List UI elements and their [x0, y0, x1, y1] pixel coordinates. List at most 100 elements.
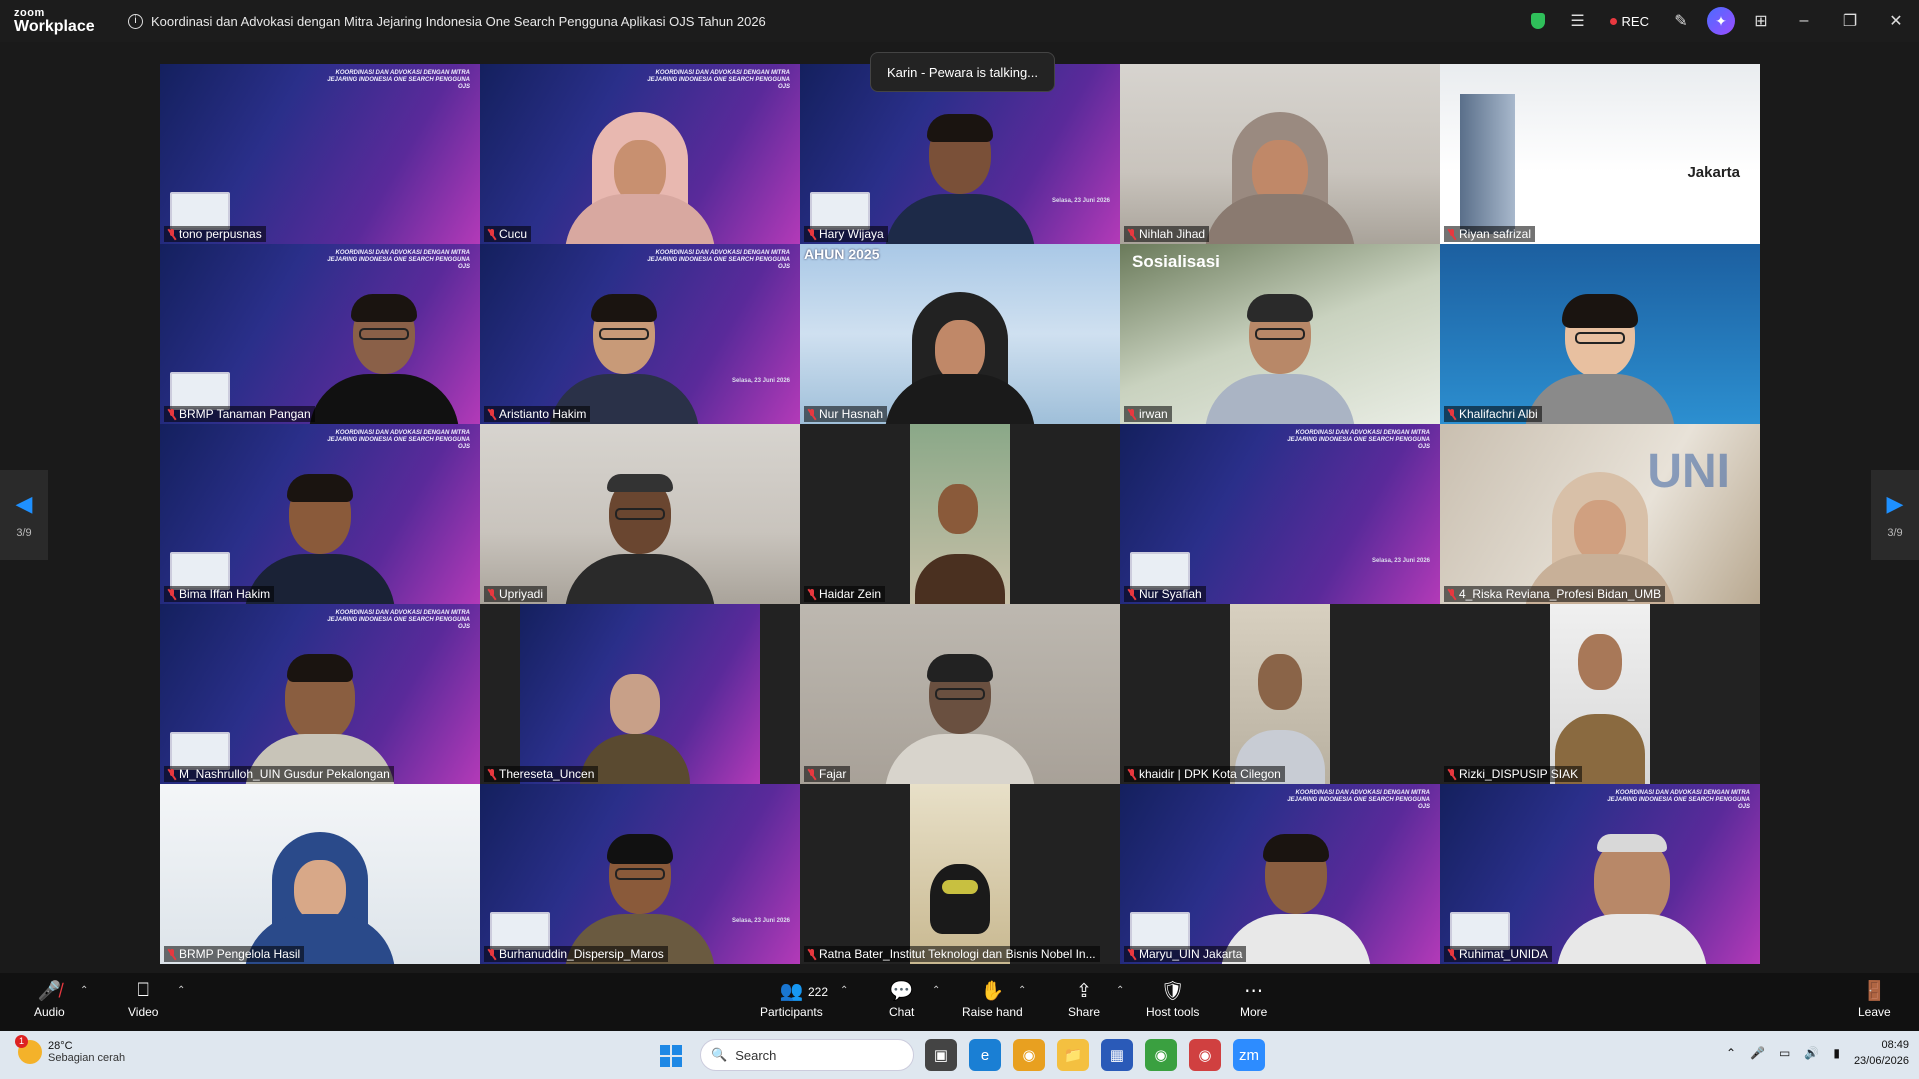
chrome-profile-2-icon[interactable]: ◉	[1189, 1039, 1221, 1071]
raise-hand-label: Raise hand	[962, 1005, 1023, 1019]
slide-screen-image	[810, 192, 870, 230]
chrome-profile-icon[interactable]: ◉	[1145, 1039, 1177, 1071]
task-view-icon[interactable]: ▣	[925, 1039, 957, 1071]
mic-muted-icon	[488, 228, 496, 240]
start-button-icon[interactable]	[660, 1045, 682, 1067]
restore-button[interactable]: ❐	[1827, 0, 1873, 42]
leave-icon: 🚪	[1862, 981, 1887, 1002]
participant-tile[interactable]: Thereseta_Uncen	[480, 604, 800, 784]
participant-tile[interactable]: UNI 4_Riska Reviana_Profesi Bidan_UMB	[1440, 424, 1760, 604]
chat-options-caret-icon[interactable]: ⌃	[932, 985, 940, 996]
participant-tile[interactable]: Khalifachri Albi	[1440, 244, 1760, 424]
participant-tile[interactable]: Rizki_DISPUSIP SIAK	[1440, 604, 1760, 784]
mic-muted-icon	[168, 408, 176, 420]
mic-muted-icon	[168, 588, 176, 600]
network-icon[interactable]: ▭	[1779, 1046, 1790, 1060]
participants-options-caret-icon[interactable]: ⌃	[840, 985, 848, 996]
slide-heading: KOORDINASI DAN ADVOKASI DENGAN MITRA JEJ…	[1607, 790, 1750, 810]
participant-name: Nur Hasnah	[804, 406, 888, 422]
participant-name-label: 4_Riska Reviana_Profesi Bidan_UMB	[1459, 587, 1662, 601]
zoom-app-icon[interactable]: zm	[1233, 1039, 1265, 1071]
slide-screen-image	[170, 732, 230, 770]
leave-button[interactable]: 🚪 Leave	[1858, 977, 1891, 1019]
participant-video	[565, 834, 715, 964]
more-label: More	[1240, 1005, 1268, 1019]
minimize-button[interactable]: –	[1781, 0, 1827, 42]
mic-muted-icon	[488, 768, 496, 780]
video-options-caret-icon[interactable]: ⌃	[177, 985, 185, 996]
taskbar-search[interactable]: 🔍 Search	[700, 1039, 914, 1071]
participant-name-label: Nur Syafiah	[1139, 587, 1202, 601]
participant-tile[interactable]: Haidar Zein	[800, 424, 1120, 604]
participant-tile[interactable]: Nihlah Jihad	[1120, 64, 1440, 244]
participant-name: irwan	[1124, 406, 1172, 422]
edge-browser-icon[interactable]: e	[969, 1039, 1001, 1071]
chat-button[interactable]: 💬 Chat	[889, 977, 914, 1019]
info-icon[interactable]: i	[128, 13, 143, 29]
chrome-browser-icon[interactable]: ◉	[1013, 1039, 1045, 1071]
participant-tile[interactable]: Ratna Bater_Institut Teknologi dan Bisni…	[800, 784, 1120, 964]
participant-video	[549, 294, 699, 424]
participant-tile[interactable]: BRMP Pengelola Hasil	[160, 784, 480, 964]
participant-name-label: tono perpusnas	[179, 227, 262, 241]
mic-muted-icon	[808, 588, 816, 600]
more-button[interactable]: ⋯ More	[1240, 977, 1268, 1020]
participant-name: Riyan safrizal	[1444, 226, 1536, 242]
participant-tile[interactable]: khaidir | DPK Kota Cilegon	[1120, 604, 1440, 784]
zoom-logo: zoom Workplace	[0, 7, 120, 35]
participant-tile[interactable]: Jakarta Riyan safrizal	[1440, 64, 1760, 244]
participant-tile[interactable]: KOORDINASI DAN ADVOKASI DENGAN MITRA JEJ…	[480, 244, 800, 424]
participant-tile[interactable]: KOORDINASI DAN ADVOKASI DENGAN MITRA JEJ…	[160, 244, 480, 424]
participant-tile[interactable]: KOORDINASI DAN ADVOKASI DENGAN MITRA JEJ…	[160, 424, 480, 604]
audio-button[interactable]: 🎤̸ Audio	[34, 977, 65, 1019]
calendar-app-icon[interactable]: ▦	[1101, 1039, 1133, 1071]
encryption-shield-icon[interactable]	[1518, 0, 1558, 42]
participant-tile[interactable]: Selasa, 23 Juni 2026 Burhanuddin_Dispers…	[480, 784, 800, 964]
share-button[interactable]: ⇪ Share	[1068, 977, 1100, 1020]
participant-name-label: Upriyadi	[499, 587, 544, 601]
slide-heading: KOORDINASI DAN ADVOKASI DENGAN MITRA JEJ…	[327, 610, 470, 630]
video-label: Video	[128, 1005, 159, 1019]
participant-tile[interactable]: KOORDINASI DAN ADVOKASI DENGAN MITRA JEJ…	[480, 64, 800, 244]
mic-muted-icon	[1128, 228, 1136, 240]
volume-icon[interactable]: 🔊	[1804, 1046, 1819, 1060]
participant-tile[interactable]: Sosialisasi irwan	[1120, 244, 1440, 424]
close-button[interactable]: ✕	[1873, 0, 1919, 42]
mic-muted-icon	[168, 228, 176, 240]
audio-options-caret-icon[interactable]: ⌃	[80, 985, 88, 996]
slide-heading: KOORDINASI DAN ADVOKASI DENGAN MITRA JEJ…	[647, 250, 790, 270]
system-clock[interactable]: 08:49 23/06/2026	[1854, 1037, 1909, 1069]
participant-tile[interactable]: KOORDINASI DAN ADVOKASI DENGAN MITRA JEJ…	[1120, 784, 1440, 964]
participant-tile[interactable]: KOORDINASI DAN ADVOKASI DENGAN MITRA JEJ…	[160, 604, 480, 784]
battery-icon[interactable]: ▮	[1833, 1046, 1840, 1060]
ai-companion-icon[interactable]: ✦	[1707, 7, 1735, 35]
notes-icon[interactable]: ☰	[1558, 0, 1598, 42]
participant-name-label: Riyan safrizal	[1459, 227, 1532, 241]
raise-hand-icon: ✋	[980, 981, 1005, 1002]
participant-tile[interactable]: KOORDINASI DAN ADVOKASI DENGAN MITRA JEJ…	[1120, 424, 1440, 604]
next-page-button[interactable]: ▶ 3/9	[1871, 470, 1919, 560]
raise-hand-button[interactable]: ✋ Raise hand	[962, 977, 1023, 1019]
participant-tile[interactable]: Upriyadi	[480, 424, 800, 604]
video-button[interactable]: ⎕ Video	[128, 977, 158, 1019]
participant-tile[interactable]: KOORDINASI DAN ADVOKASI DENGAN MITRA JEJ…	[160, 64, 480, 244]
tray-chevron-icon[interactable]: ⌃	[1726, 1046, 1736, 1060]
previous-page-button[interactable]: ◀ 3/9	[0, 470, 48, 560]
share-options-caret-icon[interactable]: ⌃	[1116, 985, 1124, 996]
participant-name: Rizki_DISPUSIP SIAK	[1444, 766, 1583, 782]
recording-indicator[interactable]: REC	[1598, 14, 1661, 29]
slide-heading: KOORDINASI DAN ADVOKASI DENGAN MITRA JEJ…	[327, 430, 470, 450]
file-explorer-icon[interactable]: 📁	[1057, 1039, 1089, 1071]
raise-hand-options-caret-icon[interactable]: ⌃	[1018, 985, 1026, 996]
participant-name: Nur Syafiah	[1124, 586, 1206, 602]
apps-grid-icon[interactable]: ⊞	[1741, 0, 1781, 42]
pen-icon[interactable]: ✎	[1661, 0, 1701, 42]
host-tools-button[interactable]: 🛡 Host tools	[1146, 977, 1199, 1019]
microphone-icon[interactable]: 🎤	[1750, 1046, 1765, 1060]
slide-screen-image	[170, 552, 230, 590]
participant-name: Ratna Bater_Institut Teknologi dan Bisni…	[804, 946, 1100, 962]
participant-tile[interactable]: KOORDINASI DAN ADVOKASI DENGAN MITRA JEJ…	[1440, 784, 1760, 964]
participant-tile[interactable]: AHUN 2025 Nur Hasnah	[800, 244, 1120, 424]
participant-tile[interactable]: Fajar	[800, 604, 1120, 784]
weather-widget[interactable]: 1 28°C Sebagian cerah	[15, 1035, 125, 1064]
